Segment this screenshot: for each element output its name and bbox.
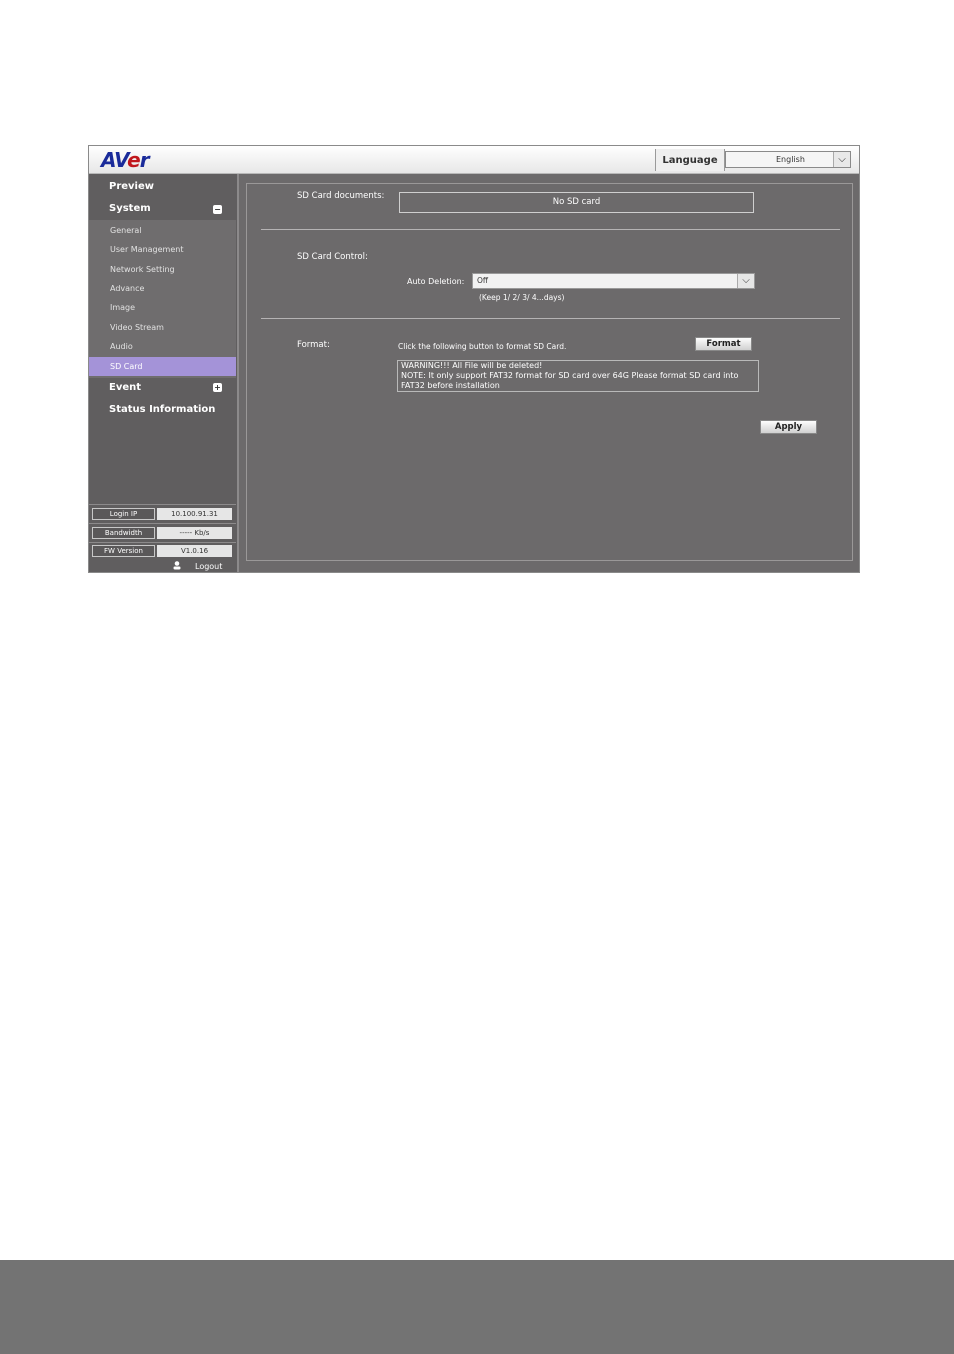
collapse-icon[interactable]: −	[213, 205, 222, 214]
note-text: NOTE: It only support FAT32 format for S…	[401, 371, 739, 390]
language-select-value: English	[776, 155, 805, 164]
sidebar-subitem-audio[interactable]: Audio	[89, 337, 236, 356]
warning-text: WARNING!!! All File will be deleted!	[401, 361, 543, 370]
sidebar-subitem-network-setting[interactable]: Network Setting	[89, 260, 236, 279]
sidebar-subitem-user-management[interactable]: User Management	[89, 240, 236, 259]
sidebar-item-event[interactable]: Event	[109, 382, 141, 393]
sd-control-label: SD Card Control:	[297, 252, 368, 262]
sidebar-subitem-video-stream[interactable]: Video Stream	[89, 318, 236, 337]
divider	[89, 542, 236, 543]
fw-version-row: FW Version V1.0.16	[92, 545, 232, 557]
camera-web-ui: AVer Language English ⌵ Preview System −…	[88, 145, 860, 573]
chevron-down-icon[interactable]: ⌵	[737, 274, 754, 288]
sd-documents-label: SD Card documents:	[297, 191, 385, 201]
warning-box: WARNING!!! All File will be deleted! NOT…	[397, 360, 759, 392]
apply-button[interactable]: Apply	[760, 420, 817, 434]
login-ip-label: Login IP	[92, 508, 155, 520]
auto-deletion-label: Auto Deletion:	[407, 277, 465, 286]
bandwidth-value: ----- Kb/s	[157, 527, 232, 539]
sidebar-subitem-image[interactable]: Image	[89, 298, 236, 317]
sidebar: Preview System − General User Management…	[89, 174, 239, 572]
logout-link[interactable]: Logout	[195, 562, 222, 571]
bandwidth-label: Bandwidth	[92, 527, 155, 539]
format-instruction: Click the following button to format SD …	[398, 342, 567, 351]
sidebar-subitem-general[interactable]: General	[89, 221, 236, 240]
chevron-down-icon[interactable]: ⌵	[833, 152, 850, 167]
format-label: Format:	[297, 340, 330, 350]
expand-icon[interactable]: +	[213, 383, 222, 392]
login-ip-value: 10.100.91.31	[157, 508, 232, 520]
auto-deletion-value: Off	[477, 276, 489, 285]
divider	[89, 523, 236, 524]
sidebar-item-preview[interactable]: Preview	[109, 181, 154, 192]
divider	[261, 318, 840, 319]
divider	[89, 504, 236, 505]
sidebar-item-status-information[interactable]: Status Information	[109, 404, 215, 415]
sidebar-subitem-advance[interactable]: Advance	[89, 279, 236, 298]
header-bar: AVer Language English ⌵	[89, 146, 859, 174]
sd-documents-value: No SD card	[399, 192, 754, 213]
language-label: Language	[655, 149, 725, 171]
sidebar-subitem-sd-card[interactable]: SD Card	[89, 357, 236, 376]
login-ip-row: Login IP 10.100.91.31	[92, 508, 232, 520]
user-icon	[173, 561, 181, 570]
sidebar-item-system[interactable]: System	[109, 203, 151, 214]
format-button[interactable]: Format	[695, 337, 752, 351]
auto-deletion-select[interactable]: Off ⌵	[472, 273, 755, 289]
fw-version-value: V1.0.16	[157, 545, 232, 557]
bandwidth-row: Bandwidth ----- Kb/s	[92, 527, 232, 539]
aver-logo: AVer	[101, 148, 150, 172]
divider	[261, 229, 840, 230]
fw-version-label: FW Version	[92, 545, 155, 557]
page-footer-band	[0, 1260, 954, 1354]
auto-deletion-hint: (Keep 1/ 2/ 3/ 4...days)	[479, 293, 565, 302]
language-select[interactable]: English ⌵	[725, 151, 851, 168]
